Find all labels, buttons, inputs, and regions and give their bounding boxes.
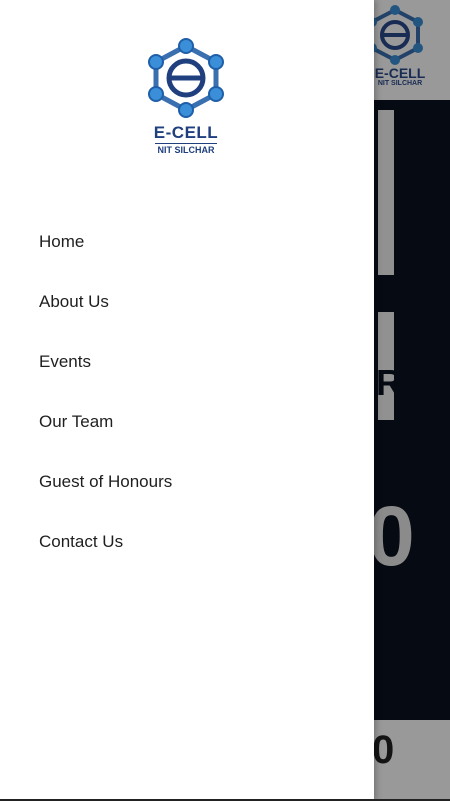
nav-item-contact-us[interactable]: Contact Us — [39, 518, 172, 578]
brand-title: E-CELL — [153, 123, 219, 142]
nav-item-about-us[interactable]: About Us — [39, 278, 172, 338]
nav-item-events[interactable]: Events — [39, 338, 172, 398]
nav-menu: Home About Us Events Our Team Guest of H… — [39, 218, 172, 578]
nav-item-home[interactable]: Home — [39, 218, 172, 278]
nav-item-our-team[interactable]: Our Team — [39, 398, 172, 458]
brand-subtitle: NIT SILCHAR — [155, 143, 217, 155]
navigation-drawer: E-CELL NIT SILCHAR Home About Us Events … — [0, 0, 374, 801]
nav-item-guest-of-honours[interactable]: Guest of Honours — [39, 458, 172, 518]
ecell-logo-icon — [148, 38, 224, 118]
brand-logo[interactable]: E-CELL NIT SILCHAR — [130, 36, 242, 155]
